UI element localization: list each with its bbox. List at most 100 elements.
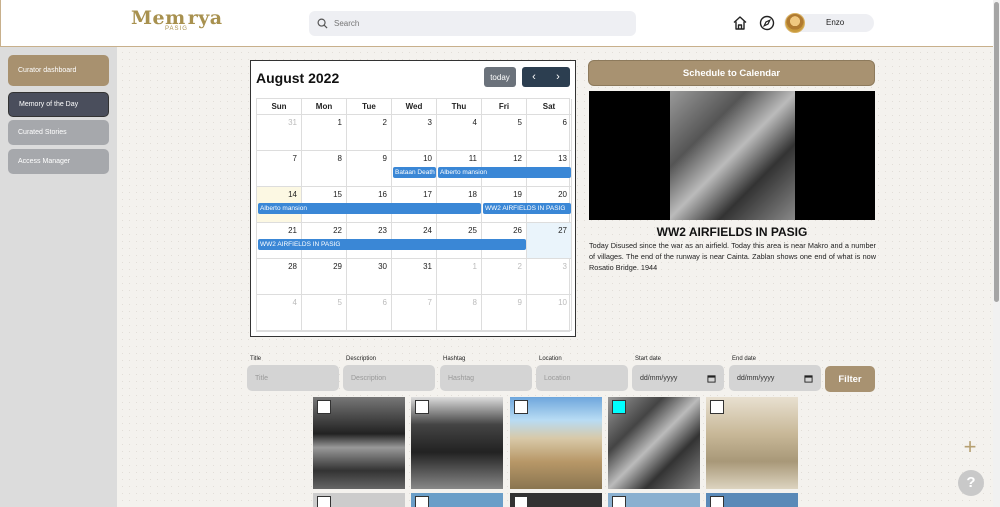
page-scrollbar[interactable] — [993, 0, 1000, 507]
calendar-event[interactable]: WW2 AIRFIELDS IN PASIG — [258, 239, 526, 250]
story-description: Today Disused since the war as an airfie… — [589, 241, 876, 272]
select-checkbox[interactable] — [415, 496, 429, 507]
description-filter-input[interactable]: Description — [343, 365, 435, 391]
story-thumbnail[interactable] — [510, 493, 602, 507]
select-checkbox[interactable] — [317, 496, 331, 507]
compass-icon[interactable] — [759, 15, 775, 31]
calendar-day[interactable]: 31 — [392, 259, 437, 295]
calendar-day[interactable]: 9 — [347, 151, 392, 187]
select-checkbox[interactable] — [612, 496, 626, 507]
home-icon[interactable] — [732, 15, 748, 31]
weekday-header: Mon — [302, 99, 347, 115]
hashtag-filter-label: Hashtag — [443, 356, 466, 362]
schedule-to-calendar-button[interactable]: Schedule to Calendar — [588, 60, 875, 86]
calendar-event[interactable]: Alberto mansion — [258, 203, 481, 214]
sidebar-item-curator-dashboard[interactable]: Curator dashboard — [8, 55, 109, 86]
select-checkbox[interactable] — [514, 496, 528, 507]
calendar-day[interactable]: 6 — [527, 115, 572, 151]
story-thumbnail[interactable] — [706, 493, 798, 507]
calendar-day[interactable]: 4 — [437, 115, 482, 151]
calendar-icon[interactable] — [804, 374, 813, 383]
end-date-input[interactable]: dd/mm/yyyy — [729, 365, 821, 391]
story-thumbnail[interactable] — [411, 493, 503, 507]
story-thumbnail[interactable] — [706, 397, 798, 489]
calendar-day[interactable]: 5 — [482, 115, 527, 151]
today-button[interactable]: today — [484, 67, 516, 87]
calendar-grid: Sun Mon Tue Wed Thu Fri Sat 31 1 2 3 4 5 6 7 8 9 10 11 12 13… — [256, 98, 572, 332]
calendar-day[interactable]: 1 — [302, 115, 347, 151]
search-bar[interactable] — [309, 11, 636, 36]
calendar-day[interactable]: 9 — [482, 295, 527, 331]
calendar-day[interactable]: 29 — [302, 259, 347, 295]
sidebar-item-memory-of-the-day[interactable]: Memory of the Day — [8, 92, 109, 117]
select-checkbox[interactable] — [514, 400, 528, 414]
scrollbar-thumb[interactable] — [994, 2, 999, 302]
end-date-value: dd/mm/yyyy — [737, 374, 775, 382]
weekday-header: Sat — [527, 99, 572, 115]
location-filter-input[interactable]: Location — [536, 365, 628, 391]
calendar-day[interactable]: 7 — [392, 295, 437, 331]
calendar-event[interactable]: Bataan Death — [393, 167, 436, 178]
calendar-day[interactable]: 2 — [347, 115, 392, 151]
user-name: Enzo — [826, 18, 845, 27]
calendar-event[interactable]: WW2 AIRFIELDS IN PASIG — [483, 203, 571, 214]
title-filter-input[interactable]: Title — [247, 365, 339, 391]
select-checkbox[interactable] — [710, 400, 724, 414]
weekday-header: Wed — [392, 99, 437, 115]
calendar-event[interactable]: Alberto mansion — [438, 167, 571, 178]
start-date-label: Start date — [635, 356, 662, 362]
airfield-photo — [670, 91, 795, 220]
calendar-day[interactable]: 5 — [302, 295, 347, 331]
story-thumbnail[interactable] — [313, 493, 405, 507]
sidebar: Curator dashboard Memory of the Day Cura… — [0, 47, 117, 507]
calendar-day[interactable]: 10 — [527, 295, 572, 331]
user-menu[interactable]: Enzo — [784, 13, 874, 33]
calendar-day[interactable]: 28 — [257, 259, 302, 295]
title-filter-label: Title — [250, 356, 262, 362]
select-checkbox[interactable] — [415, 400, 429, 414]
calendar-icon[interactable] — [707, 374, 716, 383]
calendar-day[interactable]: 6 — [347, 295, 392, 331]
story-thumbnail[interactable] — [608, 493, 700, 507]
calendar-day[interactable]: 3 — [392, 115, 437, 151]
select-checkbox[interactable] — [710, 496, 724, 507]
select-checkbox[interactable] — [317, 400, 331, 414]
search-input[interactable] — [334, 19, 614, 28]
next-month-button[interactable]: › — [546, 67, 570, 87]
hashtag-filter-input[interactable]: Hashtag — [440, 365, 532, 391]
calendar-day[interactable]: 8 — [437, 295, 482, 331]
start-date-input[interactable]: dd/mm/yyyy — [632, 365, 724, 391]
avatar — [785, 13, 805, 33]
calendar: August 2022 today ‹ › Sun Mon Tue Wed Thu Fri… — [250, 60, 576, 337]
logo-text: Mem — [131, 7, 186, 29]
select-checkbox-checked[interactable] — [612, 400, 626, 414]
calendar-day[interactable]: 7 — [257, 151, 302, 187]
story-thumbnail[interactable] — [608, 397, 700, 489]
weekday-header: Sun — [257, 99, 302, 115]
calendar-day[interactable]: 8 — [302, 151, 347, 187]
add-icon[interactable]: + — [957, 435, 983, 461]
filter-button[interactable]: Filter — [825, 366, 875, 392]
calendar-day[interactable]: 4 — [257, 295, 302, 331]
start-date-value: dd/mm/yyyy — [640, 374, 678, 382]
story-title: WW2 AIRFIELDS IN PASIG — [656, 225, 808, 239]
calendar-day[interactable]: 30 — [347, 259, 392, 295]
story-thumbnail[interactable] — [510, 397, 602, 489]
end-date-label: End date — [732, 356, 757, 362]
story-image[interactable] — [589, 91, 875, 220]
story-thumbnail[interactable] — [411, 397, 503, 489]
help-icon[interactable]: ? — [958, 470, 984, 496]
sidebar-item-curated-stories[interactable]: Curated Stories — [8, 120, 109, 145]
prev-month-button[interactable]: ‹ — [522, 67, 546, 87]
calendar-day[interactable]: 27 — [527, 223, 572, 259]
story-thumbnail[interactable] — [313, 397, 405, 489]
sidebar-item-access-manager[interactable]: Access Manager — [8, 149, 109, 174]
description-filter-label: Description — [346, 356, 377, 362]
weekday-header: Thu — [437, 99, 482, 115]
memorya-logo[interactable]: Mem rya PASIG — [131, 7, 222, 36]
calendar-day[interactable]: 31 — [257, 115, 302, 151]
location-filter-label: Location — [539, 356, 562, 362]
calendar-day[interactable]: 2 — [482, 259, 527, 295]
calendar-day[interactable]: 1 — [437, 259, 482, 295]
calendar-day[interactable]: 3 — [527, 259, 572, 295]
